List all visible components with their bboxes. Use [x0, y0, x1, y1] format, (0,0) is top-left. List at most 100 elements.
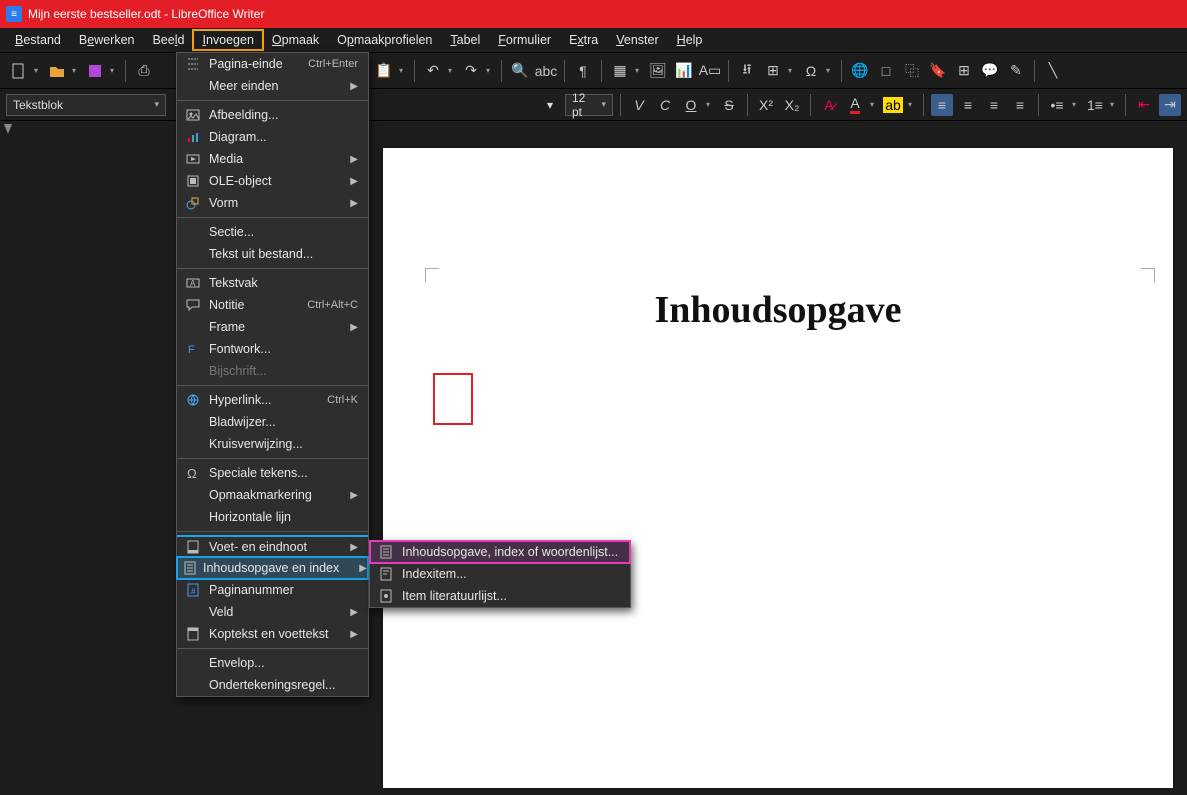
- field-icon[interactable]: ⊞: [762, 60, 784, 82]
- table-icon[interactable]: ▦: [609, 60, 631, 82]
- export-pdf-icon[interactable]: ⎙: [133, 60, 155, 82]
- menu-opmaakprofielen[interactable]: Opmaakprofielen: [328, 30, 441, 50]
- menu-item-speciale-tekens[interactable]: ΩSpeciale tekens...: [177, 462, 368, 484]
- menu-opmaak[interactable]: Opmaak: [263, 30, 328, 50]
- menu-invoegen[interactable]: Invoegen: [193, 30, 262, 50]
- image-insert-icon[interactable]: 🖼: [647, 60, 669, 82]
- menu-item-label: Item literatuurlijst...: [402, 589, 620, 603]
- menu-item-fontwork[interactable]: F Fontwork...: [177, 338, 368, 360]
- numbering-icon[interactable]: 1≡: [1084, 94, 1106, 116]
- cursor-highlight: [433, 373, 473, 425]
- menu-item-meer-einden[interactable]: Meer einden▶: [177, 75, 368, 97]
- comment-insert-icon[interactable]: 💬: [979, 60, 1001, 82]
- highlight-icon[interactable]: ab: [882, 94, 904, 116]
- menu-extra[interactable]: Extra: [560, 30, 607, 50]
- symbol-icon[interactable]: Ω: [800, 60, 822, 82]
- line-icon[interactable]: ╲: [1042, 60, 1064, 82]
- menu-item-kruisverwijzing[interactable]: Kruisverwijzing...: [177, 433, 368, 455]
- menu-item-notitie[interactable]: NotitieCtrl+Alt+C: [177, 294, 368, 316]
- menu-beeld[interactable]: Beeld: [143, 30, 193, 50]
- align-right-icon[interactable]: ≡: [983, 94, 1005, 116]
- save-icon[interactable]: [84, 60, 106, 82]
- paste-icon[interactable]: 📋: [373, 60, 395, 82]
- track-changes-icon[interactable]: ✎: [1005, 60, 1027, 82]
- blank-icon: [183, 363, 203, 379]
- shape-icon: [183, 195, 203, 211]
- endnote-icon[interactable]: ⿻: [901, 60, 923, 82]
- paragraph-style-combo[interactable]: Tekstblok▾: [6, 94, 166, 116]
- strike-icon[interactable]: S: [718, 94, 740, 116]
- menu-item-afbeelding[interactable]: Afbeelding...: [177, 104, 368, 126]
- menu-item-diagram[interactable]: Diagram...: [177, 126, 368, 148]
- menu-tabel[interactable]: Tabel: [441, 30, 489, 50]
- menu-formulier[interactable]: Formulier: [489, 30, 560, 50]
- footnote-icon[interactable]: □: [875, 60, 897, 82]
- menu-item-tekstvak[interactable]: ATekstvak: [177, 272, 368, 294]
- align-left-icon[interactable]: ≡: [931, 94, 953, 116]
- hyperlink-insert-icon[interactable]: 🌐: [849, 60, 871, 82]
- menu-item-frame[interactable]: Frame▶: [177, 316, 368, 338]
- toc-submenu: Inhoudsopgave, index of woordenlijst...I…: [369, 540, 631, 608]
- new-icon[interactable]: [8, 60, 30, 82]
- clear-format-icon[interactable]: A̷: [818, 94, 840, 116]
- blank-icon: [183, 604, 203, 620]
- svg-text:F: F: [188, 344, 195, 356]
- underline-icon[interactable]: O: [680, 94, 702, 116]
- menu-bestand[interactable]: Bestand: [6, 30, 70, 50]
- menu-help[interactable]: Help: [668, 30, 712, 50]
- subscript-icon[interactable]: X₂: [781, 94, 803, 116]
- formatting-marks-icon[interactable]: ¶: [572, 60, 594, 82]
- menu-item-sectie[interactable]: Sectie...: [177, 221, 368, 243]
- menu-item-vorm[interactable]: Vorm▶: [177, 192, 368, 214]
- menu-item-item-literatuurlijst[interactable]: Item literatuurlijst...: [370, 585, 630, 607]
- increase-indent-icon[interactable]: ⇥: [1159, 94, 1181, 116]
- menu-item-tekst-uit-bestand[interactable]: Tekst uit bestand...: [177, 243, 368, 265]
- redo-icon[interactable]: ↷: [460, 60, 482, 82]
- blank-icon: [183, 319, 203, 335]
- menu-item-hyperlink[interactable]: Hyperlink...Ctrl+K: [177, 389, 368, 411]
- submenu-arrow-icon: ▶: [350, 198, 358, 209]
- menu-item-bladwijzer[interactable]: Bladwijzer...: [177, 411, 368, 433]
- menu-item-voet-en-eindnoot[interactable]: Voet- en eindnoot▶: [177, 535, 368, 557]
- menu-item-label: Bijschrift...: [209, 364, 358, 378]
- paragraph-style-value: Tekstblok: [13, 98, 63, 112]
- undo-icon[interactable]: ↶: [422, 60, 444, 82]
- menu-item-indexitem[interactable]: Indexitem...: [370, 563, 630, 585]
- menu-item-label: Fontwork...: [209, 342, 358, 356]
- document-heading: Inhoudsopgave: [383, 288, 1173, 332]
- chart-insert-icon[interactable]: 📊: [673, 60, 695, 82]
- menu-item-opmaakmarkering[interactable]: Opmaakmarkering▶: [177, 484, 368, 506]
- page[interactable]: Inhoudsopgave: [383, 148, 1173, 788]
- decrease-indent-icon[interactable]: ⇤: [1133, 94, 1155, 116]
- menu-item-inhoudsopgave-en-index[interactable]: Inhoudsopgave en index▶: [177, 557, 368, 579]
- menu-item-veld[interactable]: Veld▶: [177, 601, 368, 623]
- menu-item-koptekst-en-voettekst[interactable]: Koptekst en voettekst▶: [177, 623, 368, 645]
- pagebreak-icon[interactable]: ⭿: [736, 60, 758, 82]
- blank-icon: [183, 414, 203, 430]
- menu-item-inhoudsopgave-index-of-woordenlijst[interactable]: Inhoudsopgave, index of woordenlijst...: [370, 541, 630, 563]
- menu-venster[interactable]: Venster: [607, 30, 667, 50]
- align-center-icon[interactable]: ≡: [957, 94, 979, 116]
- cross-ref-icon[interactable]: ⊞: [953, 60, 975, 82]
- align-justify-icon[interactable]: ≡: [1009, 94, 1031, 116]
- font-color-icon[interactable]: A: [844, 94, 866, 116]
- menu-item-ondertekeningsregel[interactable]: Ondertekeningsregel...: [177, 674, 368, 696]
- italic-icon[interactable]: C: [654, 94, 676, 116]
- menu-item-label: Kruisverwijzing...: [209, 437, 358, 451]
- textbox-insert-icon[interactable]: A▭: [699, 60, 721, 82]
- bold-icon[interactable]: V: [628, 94, 650, 116]
- bookmark-icon[interactable]: 🔖: [927, 60, 949, 82]
- superscript-icon[interactable]: X²: [755, 94, 777, 116]
- menu-item-horizontale-lijn[interactable]: Horizontale lijn: [177, 506, 368, 528]
- menu-item-envelop[interactable]: Envelop...: [177, 652, 368, 674]
- menu-item-pagina-einde[interactable]: Pagina-eindeCtrl+Enter: [177, 53, 368, 75]
- menu-item-ole-object[interactable]: OLE-object▶: [177, 170, 368, 192]
- open-icon[interactable]: [46, 60, 68, 82]
- spellcheck-icon[interactable]: abc: [535, 60, 557, 82]
- menu-bewerken[interactable]: Bewerken: [70, 30, 144, 50]
- bullets-icon[interactable]: •≡: [1046, 94, 1068, 116]
- menu-item-media[interactable]: Media▶: [177, 148, 368, 170]
- find-icon[interactable]: 🔍: [509, 60, 531, 82]
- menu-item-paginanummer[interactable]: #Paginanummer: [177, 579, 368, 601]
- font-size-combo[interactable]: 12 pt▾: [565, 94, 613, 116]
